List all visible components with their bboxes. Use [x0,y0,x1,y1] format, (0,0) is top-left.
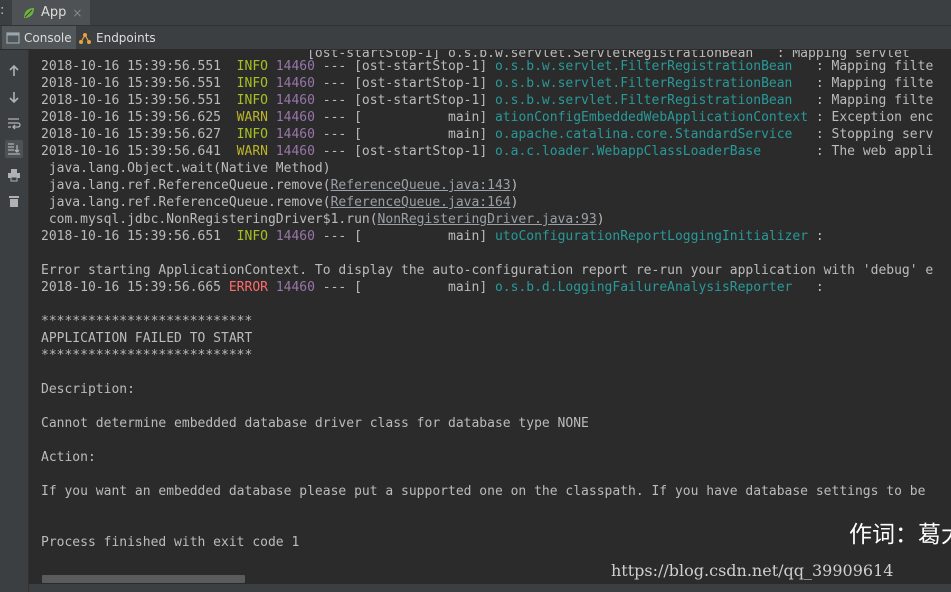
action-label: Action: [41,450,96,465]
tab-app[interactable]: App × [12,0,90,25]
close-icon[interactable]: × [72,6,82,20]
log-line: 2018-10-16 15:39:56.651 INFO 14460 --- [… [41,229,824,244]
arrow-up-icon[interactable] [5,62,23,80]
horizontal-scrollbar[interactable] [42,575,245,583]
tab-endpoints[interactable]: Endpoints [74,26,160,49]
process-finished: Process finished with exit code 1 [41,535,300,550]
log-line: 2018-10-16 15:39:56.627 INFO 14460 --- [… [41,127,934,142]
trash-icon[interactable] [5,192,23,210]
log-line: 2018-10-16 15:39:56.551 INFO 14460 --- [… [41,76,934,91]
description-text: Cannot determine embedded database drive… [41,416,589,431]
stack-line: java.lang.ref.ReferenceQueue.remove(Refe… [41,195,519,210]
spring-leaf-icon [24,7,34,18]
stack-link[interactable]: NonRegisteringDriver.java:93 [378,212,597,227]
log-line: 2018-10-16 15:39:56.551 INFO 14460 --- [… [41,93,934,108]
tab-console[interactable]: Console [2,26,76,49]
tab-console-label: Console [24,30,72,45]
print-icon[interactable] [5,166,23,184]
tab-prefix: : [0,3,5,18]
failed-title: APPLICATION FAILED TO START [41,331,253,346]
stack-link[interactable]: ReferenceQueue.java:143 [331,178,511,193]
stars-line: *************************** [41,348,253,363]
endpoints-icon [79,32,91,44]
description-label: Description: [41,382,135,397]
console-gutter-toolbar [0,50,29,592]
stack-line: com.mysql.jdbc.NonRegisteringDriver$1.ru… [41,212,605,227]
stack-line: java.lang.ref.ReferenceQueue.remove(Refe… [41,178,519,193]
action-text: If you want an embedded database please … [41,484,926,499]
error-context-message: Error starting ApplicationContext. To di… [41,263,934,278]
scroll-to-end-icon[interactable] [5,140,23,158]
log-line: 2018-10-16 15:39:56.551 INFO 14460 --- [… [41,59,934,74]
console-icon [6,31,20,44]
tool-tab-bar: Console Endpoints [0,26,951,50]
stars-line: *************************** [41,314,253,329]
log-line: 2018-10-16 15:39:56.625 WARN 14460 --- [… [41,110,934,125]
arrow-down-icon[interactable] [5,88,23,106]
tab-app-label: App [41,5,67,20]
overlay-caption: 作词：葛大 [849,522,951,548]
run-tab-bar: : App × [0,0,951,26]
stack-link[interactable]: ReferenceQueue.java:164 [331,195,511,210]
log-line-error: 2018-10-16 15:39:56.665 ERROR 14460 --- … [41,280,824,295]
tab-endpoints-label: Endpoints [96,30,156,45]
soft-wrap-icon[interactable] [5,114,23,132]
log-line: 2018-10-16 15:39:56.641 WARN 14460 --- [… [41,144,934,159]
horizontal-scroll-track [29,584,951,592]
stack-line: java.lang.Object.wait(Native Method) [41,161,331,176]
watermark: https://blog.csdn.net/qq_39909614 [611,561,894,580]
console-output[interactable]: [ost-startStop-1] o.s.b.w.servlet.Servle… [29,50,951,592]
